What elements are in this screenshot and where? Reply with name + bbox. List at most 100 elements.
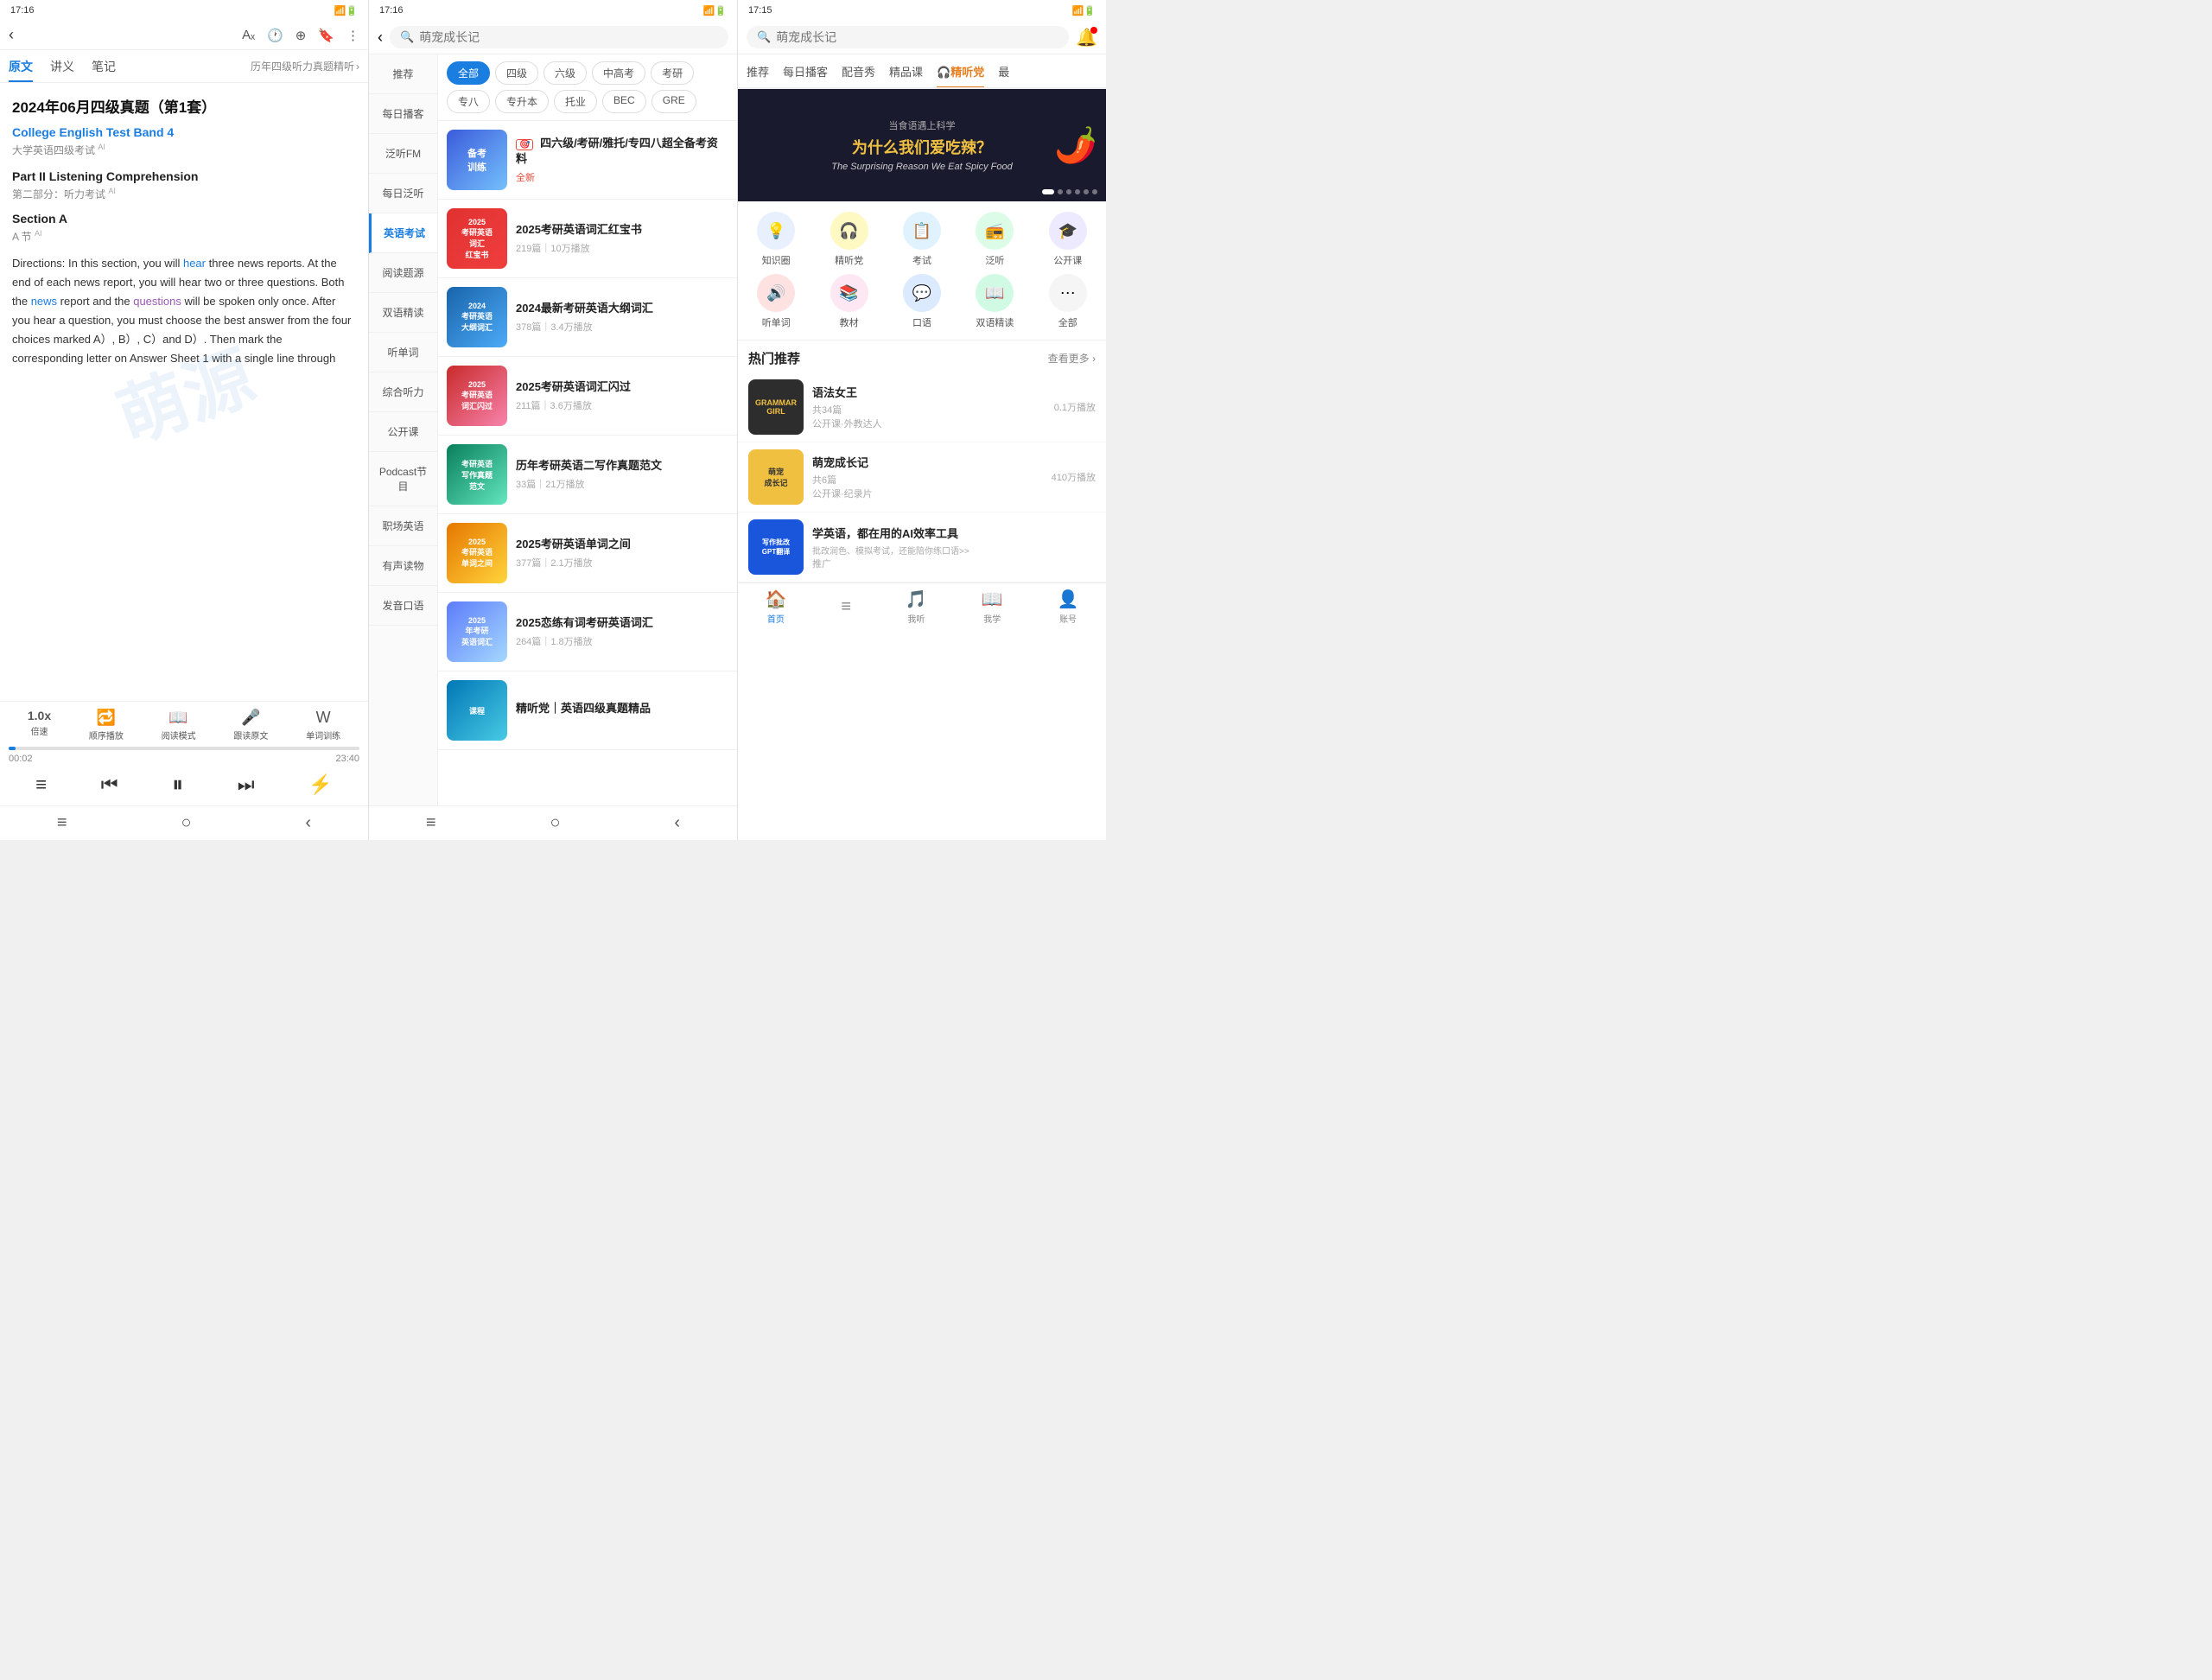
list-item-2[interactable]: 2024考研英语大纲词汇 2024最新考研英语大纲词汇 378篇｜3.4万播放	[438, 278, 737, 357]
account-icon: 👤	[1058, 589, 1079, 610]
hot-item-1[interactable]: 萌宠成长记 萌宠成长记 共6篇 公开课·纪录片 410万播放	[738, 442, 1106, 512]
tab-home-more[interactable]: 最	[998, 56, 1009, 86]
list-item-3[interactable]: 2025考研英语词汇闪过 2025考研英语词汇闪过 211篇｜3.6万播放	[438, 357, 737, 436]
item-title-2: 2024最新考研英语大纲词汇	[516, 301, 728, 316]
translate-icon[interactable]: Aₓ	[242, 28, 255, 43]
sidebar-item-comprehensive[interactable]: 综合听力	[369, 372, 437, 412]
home-nav-icon-2[interactable]: ≡	[426, 813, 436, 833]
search-input-2[interactable]	[419, 30, 718, 44]
highlight-news: news	[31, 295, 57, 308]
filter-toeic[interactable]: 托业	[554, 90, 597, 113]
tab-yuanwen[interactable]: 原文	[9, 51, 33, 82]
list-item-5[interactable]: 2025考研英语单词之间 2025考研英语单词之间 377篇｜2.1万播放	[438, 514, 737, 593]
breadcrumb-link[interactable]: 历年四级听力真题精听 ›	[251, 59, 359, 73]
add-icon[interactable]: ⊕	[296, 28, 307, 43]
more-icon[interactable]: ⋮	[346, 28, 359, 43]
icon-item-exam[interactable]: 📋 考试	[889, 212, 955, 267]
sidebar-item-meiritin[interactable]: 每日泛听	[369, 174, 437, 213]
thumb-3: 2025考研英语词汇闪过	[447, 366, 507, 426]
next-button[interactable]: ⏭	[238, 773, 255, 796]
list-item-0[interactable]: 备考训练 🎯 四六级/考研/雅托/专四八超全备考资料 全新	[438, 121, 737, 200]
filter-bec[interactable]: BEC	[602, 90, 646, 113]
filter-gre[interactable]: GRE	[652, 90, 696, 113]
icon-item-opencourse[interactable]: 🎓 公开课	[1035, 212, 1101, 267]
icon-item-bilingual[interactable]: 📖 双语精读	[962, 274, 1027, 329]
read-mode-button[interactable]: 📖 阅读模式	[162, 709, 196, 741]
back-button-1[interactable]: ‹	[9, 26, 14, 44]
word-train-button[interactable]: W 单词训练	[306, 709, 340, 741]
notification-bell[interactable]: 🔔	[1076, 27, 1097, 48]
home-nav-icon-1[interactable]: ≡	[57, 813, 67, 833]
back-button-2[interactable]: ‹	[378, 29, 383, 47]
follow-read-button[interactable]: 🎤 跟读原文	[233, 709, 268, 741]
search-input-3[interactable]	[776, 30, 1058, 44]
article-subtitle-blue: College English Test Band 4	[12, 125, 356, 139]
loop-button[interactable]: 🔁 顺序播放	[89, 709, 124, 741]
sidebar-item-workplace[interactable]: 职场英语	[369, 506, 437, 546]
hot-item-2[interactable]: 写作批改GPT翻译 学英语，都在用的AI效率工具 批改润色、模拟考试，还能陪你练…	[738, 512, 1106, 582]
back-nav-icon-2[interactable]: ‹	[674, 813, 680, 833]
tab-home-podcast[interactable]: 每日播客	[783, 56, 828, 86]
sidebar-item-tuijian[interactable]: 推荐	[369, 54, 437, 94]
hot-section-header: 热门推荐 查看更多 ›	[738, 340, 1106, 372]
bottom-nav-home[interactable]: 🏠 首页	[765, 589, 786, 625]
tab-jiangyi[interactable]: 讲义	[50, 51, 74, 82]
search-bar-2[interactable]: 🔍	[390, 26, 728, 48]
icon-item-textbook[interactable]: 📚 教材	[816, 274, 881, 329]
list-item-7[interactable]: 课程 精听党｜英语四级真题精品	[438, 671, 737, 750]
sidebar-item-words[interactable]: 听单词	[369, 333, 437, 372]
home-banner[interactable]: 当食语遇上科学 为什么我们爱吃辣？ The Surprising Reason …	[738, 89, 1106, 201]
sidebar-item-bilingual[interactable]: 双语精读	[369, 293, 437, 333]
tab-home-tuijian[interactable]: 推荐	[747, 56, 769, 86]
time-total: 23:40	[335, 754, 359, 764]
sidebar-item-audiobook[interactable]: 有声读物	[369, 546, 437, 586]
shuffle-button[interactable]: ⚡	[308, 773, 332, 796]
prev-button[interactable]: ⏮	[101, 773, 118, 796]
back-nav-icon-1[interactable]: ‹	[305, 813, 311, 833]
filter-8[interactable]: 专八	[447, 90, 490, 113]
sidebar-item-podcast[interactable]: Podcast节目	[369, 452, 437, 506]
search-bar-3[interactable]: 🔍	[747, 26, 1069, 48]
list-item-1[interactable]: 2025考研英语词汇红宝书 2025考研英语词汇红宝书 219篇｜10万播放	[438, 200, 737, 278]
filter-6[interactable]: 六级	[543, 61, 587, 85]
sidebar-item-english-exam[interactable]: 英语考试	[369, 213, 437, 253]
list-item-6[interactable]: 2025年考研英语词汇 2025恋练有词考研英语词汇 264篇｜1.8万播放	[438, 593, 737, 671]
hot-item-0[interactable]: GRAMMARGIRL 语法女王 共34篇 公开课·外教达人 0.1万播放	[738, 372, 1106, 442]
sidebar-item-reading[interactable]: 阅读题源	[369, 253, 437, 293]
filter-all[interactable]: 全部	[447, 61, 490, 85]
article-subtitle-gray: 大学英语四级考试 AI	[12, 143, 356, 157]
list-item-4[interactable]: 考研英语写作真题范文 历年考研英语二写作真题范文 33篇｜21万播放	[438, 436, 737, 514]
tab-home-jingting[interactable]: 🎧精听党	[937, 56, 984, 86]
filter-research[interactable]: 考研	[651, 61, 694, 85]
filter-4[interactable]: 四级	[495, 61, 538, 85]
icon-item-fantin[interactable]: 📻 泛听	[962, 212, 1027, 267]
hot-more-link[interactable]: 查看更多 ›	[1048, 351, 1096, 366]
circle-nav-icon-2[interactable]: ○	[550, 813, 560, 833]
sidebar-item-pronunciation[interactable]: 发音口语	[369, 586, 437, 626]
bottom-nav-listen[interactable]: 🎵 我听	[906, 589, 927, 625]
tab-home-dubbing[interactable]: 配音秀	[842, 56, 875, 86]
sidebar-item-opencourse[interactable]: 公开课	[369, 412, 437, 452]
bottom-nav-study[interactable]: 📖 我学	[982, 589, 1003, 625]
tab-home-course[interactable]: 精品课	[889, 56, 923, 86]
playlist-button[interactable]: ≡	[35, 773, 47, 796]
icon-item-jingting[interactable]: 🎧 精听党	[816, 212, 881, 267]
progress-bar[interactable]	[9, 747, 359, 750]
speed-button[interactable]: 1.0x 倍速	[28, 709, 51, 741]
history-icon[interactable]: 🕐	[267, 28, 283, 43]
icon-item-listenword[interactable]: 🔊 听单词	[743, 274, 809, 329]
icon-item-speaking[interactable]: 💬 口语	[889, 274, 955, 329]
circle-nav-icon-1[interactable]: ○	[181, 813, 191, 833]
bottom-nav-account[interactable]: 👤 账号	[1058, 589, 1079, 625]
icon-item-knowledge[interactable]: 💡 知识圈	[743, 212, 809, 267]
bottom-nav-menu[interactable]: ≡	[841, 597, 851, 617]
tab-biji[interactable]: 笔记	[92, 51, 116, 82]
icon-item-all[interactable]: ⋯ 全部	[1035, 274, 1101, 329]
bookmark-icon[interactable]: 🔖	[318, 28, 334, 43]
filter-mid[interactable]: 中高考	[592, 61, 645, 85]
play-button[interactable]: ⏸	[172, 771, 183, 799]
filter-transfer[interactable]: 专升本	[495, 90, 549, 113]
study-icon: 📖	[982, 589, 1003, 610]
sidebar-item-meiriboke[interactable]: 每日播客	[369, 94, 437, 134]
sidebar-item-fanfm[interactable]: 泛听FM	[369, 134, 437, 174]
